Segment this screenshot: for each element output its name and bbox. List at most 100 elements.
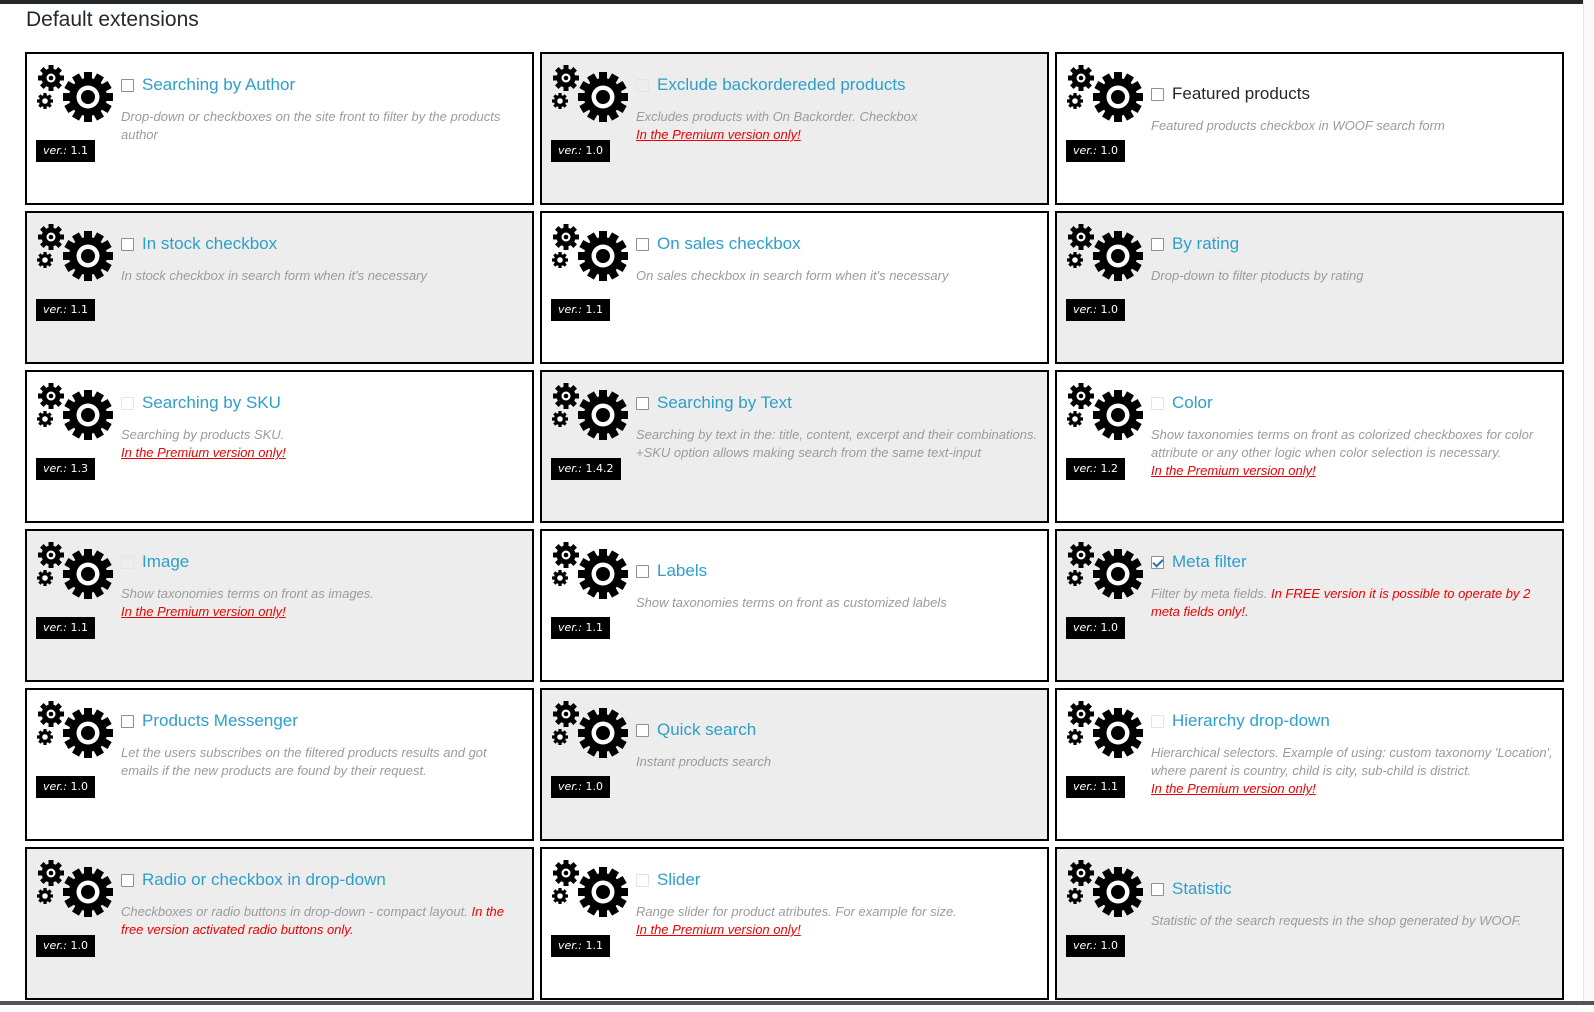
version-prefix: ver.:: [1073, 462, 1101, 475]
version-number: 1.1: [70, 303, 89, 316]
premium-only-link[interactable]: In the Premium version only!: [121, 444, 286, 462]
extension-description-text: Searching by products SKU.: [121, 427, 285, 442]
extension-card-17: ver.: 1.1 Slider Range slider for produc…: [540, 847, 1049, 1000]
extension-description: Instant products search: [636, 753, 1039, 771]
premium-only-link[interactable]: In the Premium version only!: [121, 603, 286, 621]
premium-only-link[interactable]: In the Premium version only!: [636, 126, 801, 144]
version-badge: ver.: 1.4.2: [551, 458, 621, 480]
extension-checkbox[interactable]: [121, 714, 134, 728]
gears-icon: [1067, 542, 1143, 599]
extension-title[interactable]: Products Messenger: [142, 710, 298, 732]
premium-note-wrap: In the Premium version only!: [1151, 462, 1554, 480]
premium-only-link[interactable]: In the Premium version only!: [1151, 780, 1316, 798]
extension-checkbox[interactable]: [1151, 237, 1164, 251]
extension-description-text: Drop-down or checkboxes on the site fron…: [121, 109, 501, 142]
extension-title[interactable]: Statistic: [1172, 878, 1232, 900]
version-prefix: ver.:: [1073, 621, 1101, 634]
version-badge: ver.: 1.1: [36, 617, 95, 639]
extension-title[interactable]: Image: [142, 551, 189, 573]
extension-checkbox: [636, 78, 649, 92]
version-badge: ver.: 1.1: [551, 617, 610, 639]
extension-checkbox[interactable]: [121, 78, 134, 92]
extension-description: Searching by text in the: title, content…: [636, 426, 1039, 462]
extension-title[interactable]: Searching by Text: [657, 392, 792, 414]
version-badge: ver.: 1.1: [36, 140, 95, 162]
extension-title[interactable]: Featured products: [1172, 83, 1310, 105]
extension-checkbox[interactable]: [121, 237, 134, 251]
extension-content: Quick search Instant products search: [636, 719, 1039, 771]
extension-description-text: Show taxonomies terms on front as custom…: [636, 595, 947, 610]
gears-icon: [37, 65, 113, 122]
extension-title[interactable]: Exclude backordereded products: [657, 74, 906, 96]
extension-title[interactable]: On sales checkbox: [657, 233, 801, 255]
extension-card-14: ver.: 1.0 Quick search Instant products …: [540, 688, 1049, 841]
extension-checkbox[interactable]: [121, 873, 134, 887]
gears-icon: [1067, 701, 1143, 758]
extension-checkbox[interactable]: [636, 564, 649, 578]
extension-card-2: ver.: 1.0 Exclude backordereded products…: [540, 52, 1049, 205]
extension-description-text: Statistic of the search requests in the …: [1151, 913, 1522, 928]
extension-title[interactable]: In stock checkbox: [142, 233, 277, 255]
version-prefix: ver.:: [558, 462, 586, 475]
version-number: 1.1: [70, 621, 89, 634]
extension-checkbox[interactable]: [1151, 555, 1164, 569]
extension-content: Products Messenger Let the users subscri…: [121, 710, 524, 780]
extension-card-7: ver.: 1.3 Searching by SKU Searching by …: [25, 370, 534, 523]
extension-checkbox[interactable]: [636, 723, 649, 737]
version-badge: ver.: 1.0: [36, 776, 95, 798]
extension-description: Checkboxes or radio buttons in drop-down…: [121, 903, 524, 939]
extension-card-3: ver.: 1.0 Featured products Featured pro…: [1055, 52, 1564, 205]
page-title: Default extensions: [26, 8, 199, 31]
extension-title[interactable]: By rating: [1172, 233, 1239, 255]
version-prefix: ver.:: [1073, 144, 1101, 157]
extension-content: Color Show taxonomies terms on front as …: [1151, 392, 1554, 480]
gears-icon: [552, 860, 628, 917]
extension-description: Filter by meta fields. In FREE version i…: [1151, 585, 1554, 621]
extension-card-15: ver.: 1.1 Hierarchy drop-down Hierarchic…: [1055, 688, 1564, 841]
premium-note-wrap: In the Premium version only!: [1151, 780, 1554, 798]
extension-checkbox[interactable]: [636, 396, 649, 410]
version-badge: ver.: 1.0: [1066, 140, 1125, 162]
extension-title-row: Searching by SKU: [121, 392, 524, 414]
extension-description: Statistic of the search requests in the …: [1151, 912, 1554, 930]
extension-title-row: Quick search: [636, 719, 1039, 741]
extension-content: Searching by Text Searching by text in t…: [636, 392, 1039, 462]
extension-title[interactable]: Color: [1172, 392, 1213, 414]
extension-title[interactable]: Meta filter: [1172, 551, 1247, 573]
extension-content: On sales checkbox On sales checkbox in s…: [636, 233, 1039, 285]
extension-description: Show taxonomies terms on front as custom…: [636, 594, 1039, 612]
version-badge: ver.: 1.0: [1066, 617, 1125, 639]
premium-only-link[interactable]: In the Premium version only!: [636, 921, 801, 939]
extension-title[interactable]: Slider: [657, 869, 700, 891]
version-badge: ver.: 1.2: [1066, 458, 1125, 480]
extension-content: Featured products Featured products chec…: [1151, 83, 1554, 135]
gears-icon: [37, 224, 113, 281]
extension-checkbox[interactable]: [636, 237, 649, 251]
version-number: 1.0: [70, 780, 89, 793]
extension-title[interactable]: Hierarchy drop-down: [1172, 710, 1330, 732]
extension-title[interactable]: Searching by SKU: [142, 392, 281, 414]
extension-card-1: ver.: 1.1 Searching by Author Drop-down …: [25, 52, 534, 205]
extension-title[interactable]: Quick search: [657, 719, 756, 741]
version-prefix: ver.:: [43, 462, 71, 475]
extension-title-row: Searching by Text: [636, 392, 1039, 414]
version-prefix: ver.:: [43, 621, 71, 634]
extension-title[interactable]: Radio or checkbox in drop-down: [142, 869, 386, 891]
extension-title-row: Exclude backordereded products: [636, 74, 1039, 96]
extension-description: Searching by products SKU.: [121, 426, 524, 444]
extension-title[interactable]: Searching by Author: [142, 74, 295, 96]
extension-title[interactable]: Labels: [657, 560, 707, 582]
premium-only-link[interactable]: In the Premium version only!: [1151, 462, 1316, 480]
extension-content: Slider Range slider for product atribute…: [636, 869, 1039, 939]
extension-checkbox: [1151, 714, 1164, 728]
extension-description: Drop-down or checkboxes on the site fron…: [121, 108, 524, 144]
extension-checkbox[interactable]: [1151, 882, 1164, 896]
version-prefix: ver.:: [558, 621, 586, 634]
top-admin-bar: [0, 0, 1594, 4]
extension-description-text: Hierarchical selectors. Example of using…: [1151, 745, 1553, 778]
premium-note-wrap: In the Premium version only!: [636, 921, 1039, 939]
version-prefix: ver.:: [43, 303, 71, 316]
version-prefix: ver.:: [558, 780, 586, 793]
extension-checkbox[interactable]: [1151, 87, 1164, 101]
gears-icon: [1067, 860, 1143, 917]
